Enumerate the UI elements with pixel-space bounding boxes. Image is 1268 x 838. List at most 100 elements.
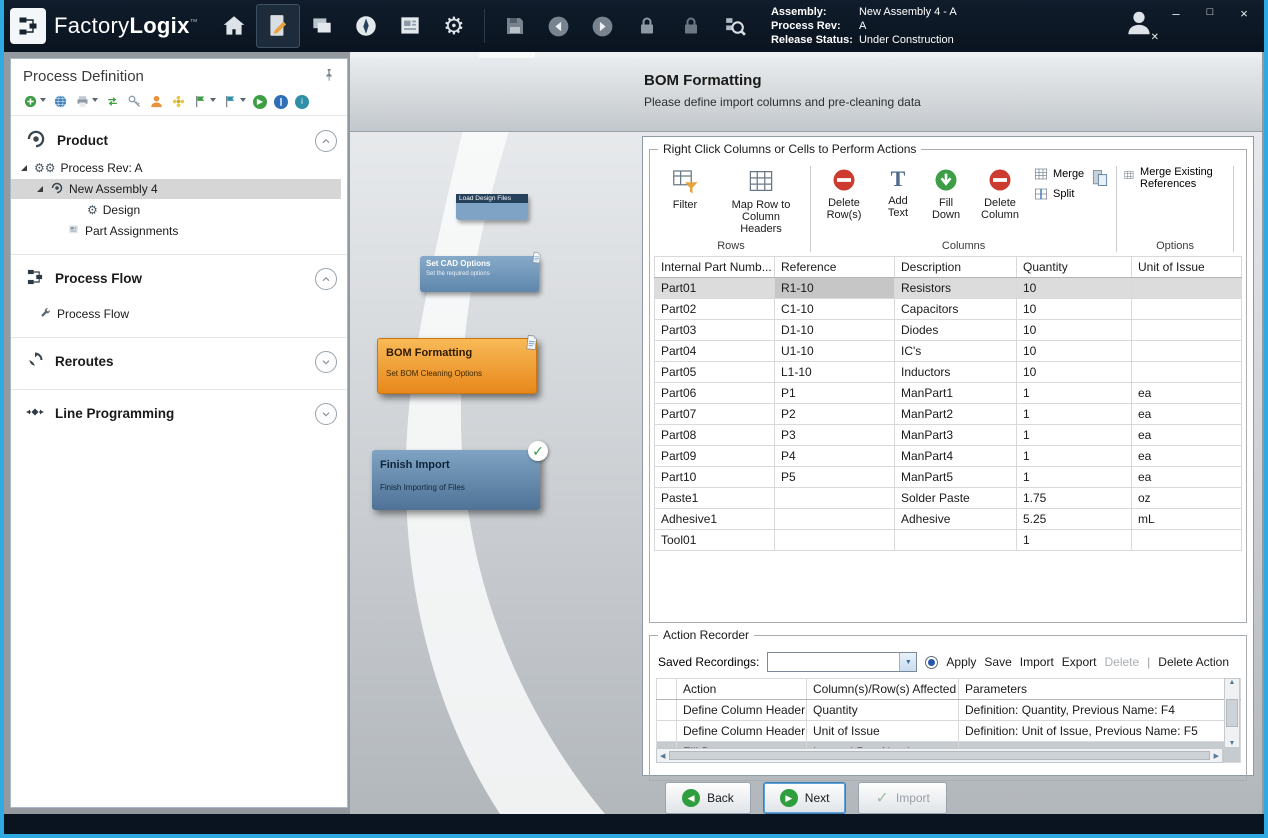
documents-button[interactable] xyxy=(388,4,432,48)
import-button[interactable]: ✓ Import xyxy=(858,782,946,814)
column-header[interactable]: Column(s)/Row(s) Affected xyxy=(807,679,959,700)
table-cell[interactable]: ManPart2 xyxy=(895,404,1017,425)
table-cell[interactable] xyxy=(1132,530,1242,551)
column-header[interactable]: Reference xyxy=(775,257,895,278)
line-programming-section-header[interactable]: Line Programming xyxy=(11,400,347,429)
tree-item-process-rev[interactable]: ⚙⚙ Process Rev: A xyxy=(11,158,341,178)
table-cell[interactable]: Adhesive1 xyxy=(655,509,775,530)
table-row[interactable]: Define Column HeaderQuantityDefinition: … xyxy=(657,700,1241,721)
unlock-button[interactable] xyxy=(669,4,713,48)
table-cell[interactable]: mL xyxy=(1132,509,1242,530)
forward-circle-button[interactable] xyxy=(581,4,625,48)
scroll-down-arrow[interactable]: ▼ xyxy=(1229,740,1236,747)
column-header[interactable]: Parameters xyxy=(959,679,1241,700)
product-section-header[interactable]: Product xyxy=(11,126,347,157)
table-row[interactable]: Part09P4ManPart41ea xyxy=(655,446,1242,467)
table-cell[interactable]: ManPart5 xyxy=(895,467,1017,488)
add-text-button[interactable]: T Add Text xyxy=(877,164,919,221)
expander-icon[interactable] xyxy=(21,165,27,171)
production-layers-button[interactable] xyxy=(300,4,344,48)
table-cell[interactable]: P4 xyxy=(775,446,895,467)
table-cell[interactable]: R1-10 xyxy=(775,278,895,299)
table-cell[interactable]: C1-10 xyxy=(775,299,895,320)
saved-recordings-select[interactable]: ▼ xyxy=(767,652,917,672)
column-header[interactable]: Action xyxy=(677,679,807,700)
wizard-step-set-cad-options[interactable]: Set CAD Options Set the required options xyxy=(420,256,539,292)
play-icon[interactable]: ▶ xyxy=(253,95,267,109)
table-cell[interactable]: 10 xyxy=(1017,341,1132,362)
scroll-left-arrow[interactable]: ◀ xyxy=(660,752,665,760)
table-row[interactable]: Part04U1-10IC's10 xyxy=(655,341,1242,362)
table-cell[interactable]: Quantity xyxy=(807,700,959,721)
wizard-step-finish-import[interactable]: Finish Import Finish Importing of Files … xyxy=(372,450,540,510)
table-cell[interactable]: Capacitors xyxy=(895,299,1017,320)
collapse-up-button[interactable] xyxy=(315,130,337,152)
table-cell[interactable]: 1 xyxy=(1017,446,1132,467)
filter-button[interactable]: Filter xyxy=(658,164,712,213)
save-button[interactable] xyxy=(493,4,537,48)
table-cell[interactable]: ManPart1 xyxy=(895,383,1017,404)
table-cell[interactable]: Part08 xyxy=(655,425,775,446)
tree-item-part-assignments[interactable]: Part Assignments xyxy=(11,221,341,241)
table-cell[interactable]: 1 xyxy=(1017,530,1132,551)
scroll-up-arrow[interactable]: ▲ xyxy=(1229,679,1236,686)
table-cell[interactable]: P1 xyxy=(775,383,895,404)
scrollbar-thumb[interactable] xyxy=(1226,699,1238,727)
table-row[interactable]: Tool01 1 xyxy=(655,530,1242,551)
map-row-to-column-headers-button[interactable]: Map Row to Column Headers xyxy=(718,164,804,237)
table-row[interactable]: Part05L1-10Inductors10 xyxy=(655,362,1242,383)
table-cell[interactable]: Part01 xyxy=(655,278,775,299)
table-cell[interactable]: ea xyxy=(1132,404,1242,425)
table-cell[interactable]: ManPart4 xyxy=(895,446,1017,467)
expand-down-button[interactable] xyxy=(315,403,337,425)
table-cell[interactable]: Part03 xyxy=(655,320,775,341)
table-cell[interactable] xyxy=(1132,320,1242,341)
table-cell[interactable]: Part02 xyxy=(655,299,775,320)
delete-column-button[interactable]: Delete Column xyxy=(973,164,1027,223)
delete-action-button[interactable]: Delete Action xyxy=(1158,655,1229,669)
compass-button[interactable] xyxy=(344,4,388,48)
table-cell[interactable]: Adhesive xyxy=(895,509,1017,530)
expand-down-button[interactable] xyxy=(315,351,337,373)
table-cell[interactable]: Part09 xyxy=(655,446,775,467)
vertical-scrollbar[interactable]: ▲ ▼ xyxy=(1224,678,1240,748)
wizard-step-bom-formatting[interactable]: BOM Formatting Set BOM Cleaning Options xyxy=(377,338,537,394)
expander-icon[interactable] xyxy=(37,186,43,192)
split-button[interactable]: Split xyxy=(1033,186,1084,202)
back-circle-button[interactable] xyxy=(537,4,581,48)
table-cell[interactable] xyxy=(657,700,677,721)
table-cell[interactable]: Diodes xyxy=(895,320,1017,341)
delete-rows-button[interactable]: Delete Row(s) xyxy=(817,164,871,223)
table-cell[interactable] xyxy=(775,509,895,530)
table-cell[interactable]: Part07 xyxy=(655,404,775,425)
table-cell[interactable]: Part04 xyxy=(655,341,775,362)
scroll-right-arrow[interactable]: ▶ xyxy=(1214,752,1219,760)
table-cell[interactable] xyxy=(1132,341,1242,362)
table-cell[interactable]: Inductors xyxy=(895,362,1017,383)
table-cell[interactable]: ea xyxy=(1132,446,1242,467)
minimize-button[interactable]: – xyxy=(1166,6,1186,21)
table-cell[interactable]: Part06 xyxy=(655,383,775,404)
tree-item-process-flow[interactable]: Process Flow xyxy=(11,304,341,324)
table-cell[interactable]: 1 xyxy=(1017,425,1132,446)
flag-green-icon[interactable] xyxy=(193,94,216,109)
table-cell[interactable]: U1-10 xyxy=(775,341,895,362)
horizontal-scrollbar[interactable]: ◀ ▶ xyxy=(656,748,1223,763)
close-button[interactable]: × xyxy=(1234,6,1254,21)
table-cell[interactable]: 1 xyxy=(1017,383,1132,404)
table-cell[interactable]: Definition: Quantity, Previous Name: F4 xyxy=(959,700,1241,721)
flower-icon[interactable] xyxy=(171,94,186,109)
dropdown-arrow-icon[interactable]: ▼ xyxy=(899,653,916,671)
table-cell[interactable]: 10 xyxy=(1017,278,1132,299)
table-cell[interactable]: Tool01 xyxy=(655,530,775,551)
table-cell[interactable]: Define Column Header xyxy=(677,721,807,742)
table-row[interactable]: Part01R1-10Resistors10 xyxy=(655,278,1242,299)
export-recording-button[interactable]: Export xyxy=(1062,655,1097,669)
column-header[interactable]: Description xyxy=(895,257,1017,278)
import-recording-button[interactable]: Import xyxy=(1020,655,1054,669)
pin-icon[interactable] xyxy=(321,67,337,86)
table-row[interactable]: Part08P3ManPart31ea xyxy=(655,425,1242,446)
back-button[interactable]: ◀ Back xyxy=(665,782,751,814)
table-row[interactable]: Define Column HeaderUnit of IssueDefinit… xyxy=(657,721,1241,742)
table-cell[interactable]: Solder Paste xyxy=(895,488,1017,509)
